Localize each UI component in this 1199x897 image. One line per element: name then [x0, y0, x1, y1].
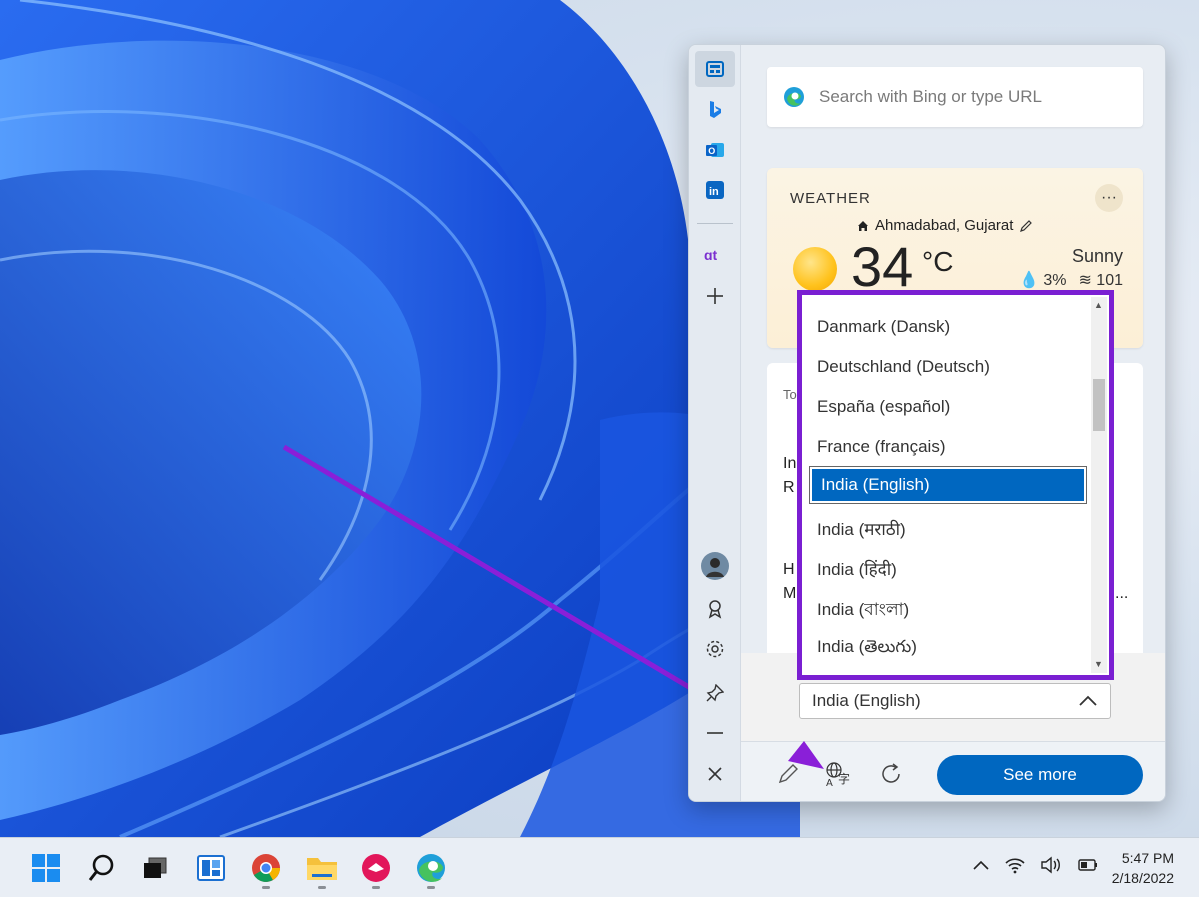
add-icon[interactable]	[695, 278, 735, 314]
news-headline-fragment[interactable]: In	[783, 455, 796, 473]
language-option[interactable]: Danmark (Dansk)	[817, 317, 950, 337]
svg-text:字: 字	[838, 771, 850, 786]
edit-location-icon[interactable]	[1019, 219, 1033, 233]
chrome-icon[interactable]	[248, 850, 284, 886]
scroll-up-icon[interactable]: ▲	[1094, 300, 1103, 310]
minimize-icon[interactable]	[695, 715, 735, 751]
language-option[interactable]: France (français)	[817, 437, 945, 457]
home-icon	[858, 220, 868, 231]
clock-time: 5:47 PM	[1121, 850, 1174, 866]
precipitation: 💧 3%	[1018, 272, 1067, 289]
app-icon[interactable]	[358, 850, 394, 886]
search-box[interactable]	[767, 67, 1143, 127]
close-icon[interactable]	[695, 756, 735, 792]
weather-condition: Sunny	[1071, 246, 1123, 266]
sidebar-rail: O in ɑt	[689, 45, 741, 801]
language-select-value: India (English)	[812, 691, 921, 710]
start-icon[interactable]	[28, 850, 64, 886]
language-option[interactable]: Deutschland (Deutsch)	[817, 357, 990, 377]
news-icon[interactable]	[695, 51, 735, 87]
running-indicator	[262, 886, 270, 889]
wifi-icon[interactable]	[1004, 856, 1026, 874]
svg-text:in: in	[709, 186, 719, 198]
clock[interactable]: 5:47 PM 2/18/2022	[1102, 848, 1174, 888]
gear-icon[interactable]	[695, 631, 735, 667]
language-option[interactable]: India (मराठी)	[817, 517, 906, 540]
language-option[interactable]: India (हिंदी)	[817, 557, 897, 580]
edge-icon[interactable]	[413, 850, 449, 886]
news-headline-fragment[interactable]: H	[783, 561, 795, 579]
language-list-scrollbar[interactable]: ▲ ▼	[1091, 297, 1107, 673]
svg-text:ɑt: ɑt	[704, 248, 718, 262]
news-headline-fragment[interactable]: R	[783, 479, 795, 497]
weather-location[interactable]: Ahmadabad, Gujarat	[857, 217, 1033, 234]
ellipsis: ...	[1115, 585, 1129, 602]
system-tray	[972, 856, 1098, 874]
chevron-up-icon[interactable]	[972, 859, 990, 871]
bing-icon[interactable]	[695, 92, 735, 128]
raindrop-icon: 💧	[1018, 272, 1039, 289]
refresh-icon[interactable]	[874, 757, 908, 791]
annotation-arrow-head	[788, 741, 824, 769]
linkedin-icon[interactable]: in	[695, 172, 735, 208]
pin-icon[interactable]	[695, 675, 735, 711]
file-explorer-icon[interactable]	[304, 850, 340, 886]
weather-location-label: Ahmadabad, Gujarat	[875, 217, 1014, 234]
volume-icon[interactable]	[1040, 856, 1062, 874]
running-indicator	[318, 886, 326, 889]
weather-stats: 💧 3% ≋ 101	[1019, 270, 1123, 290]
running-indicator	[427, 886, 435, 889]
search-icon[interactable]	[83, 850, 119, 886]
more-options-button[interactable]: ···	[1095, 184, 1123, 212]
task-view-icon[interactable]	[137, 850, 173, 886]
weather-title: WEATHER	[790, 190, 871, 207]
see-more-button[interactable]: See more	[937, 755, 1143, 795]
running-indicator	[372, 886, 380, 889]
news-section-label: To	[783, 387, 797, 402]
search-input[interactable]	[819, 87, 1119, 107]
trophy-icon[interactable]	[695, 591, 735, 627]
language-option-selected[interactable]: India (English)	[809, 466, 1087, 504]
language-dropdown-list[interactable]: Danmark (Dansk) Deutschland (Deutsch) Es…	[797, 290, 1114, 680]
temperature-unit: °C	[922, 246, 954, 277]
language-option[interactable]: India (বাংলা)	[817, 597, 909, 625]
guiding-tech-icon[interactable]: ɑt	[695, 237, 735, 273]
outlook-icon[interactable]: O	[695, 132, 735, 168]
sun-icon	[793, 247, 837, 291]
avatar[interactable]	[695, 548, 735, 584]
taskbar: 5:47 PM 2/18/2022	[0, 837, 1199, 897]
edge-logo-icon	[784, 87, 804, 107]
scrollbar-thumb[interactable]	[1093, 379, 1105, 431]
news-headline-fragment[interactable]: M	[783, 585, 796, 603]
battery-icon[interactable]	[1076, 857, 1098, 873]
language-select[interactable]: India (English)	[799, 683, 1111, 719]
scroll-down-icon[interactable]: ▼	[1094, 659, 1103, 669]
rail-divider	[697, 223, 733, 224]
widgets-icon[interactable]	[193, 850, 229, 886]
air-quality-icon: ≋	[1078, 272, 1092, 289]
clock-date: 2/18/2022	[1111, 870, 1174, 886]
chevron-up-icon	[1079, 695, 1097, 706]
language-option[interactable]: India (తెలుగు)	[817, 637, 917, 661]
svg-text:O: O	[708, 146, 715, 156]
air-quality: ≋ 101	[1078, 272, 1123, 289]
language-option[interactable]: España (español)	[817, 397, 950, 417]
